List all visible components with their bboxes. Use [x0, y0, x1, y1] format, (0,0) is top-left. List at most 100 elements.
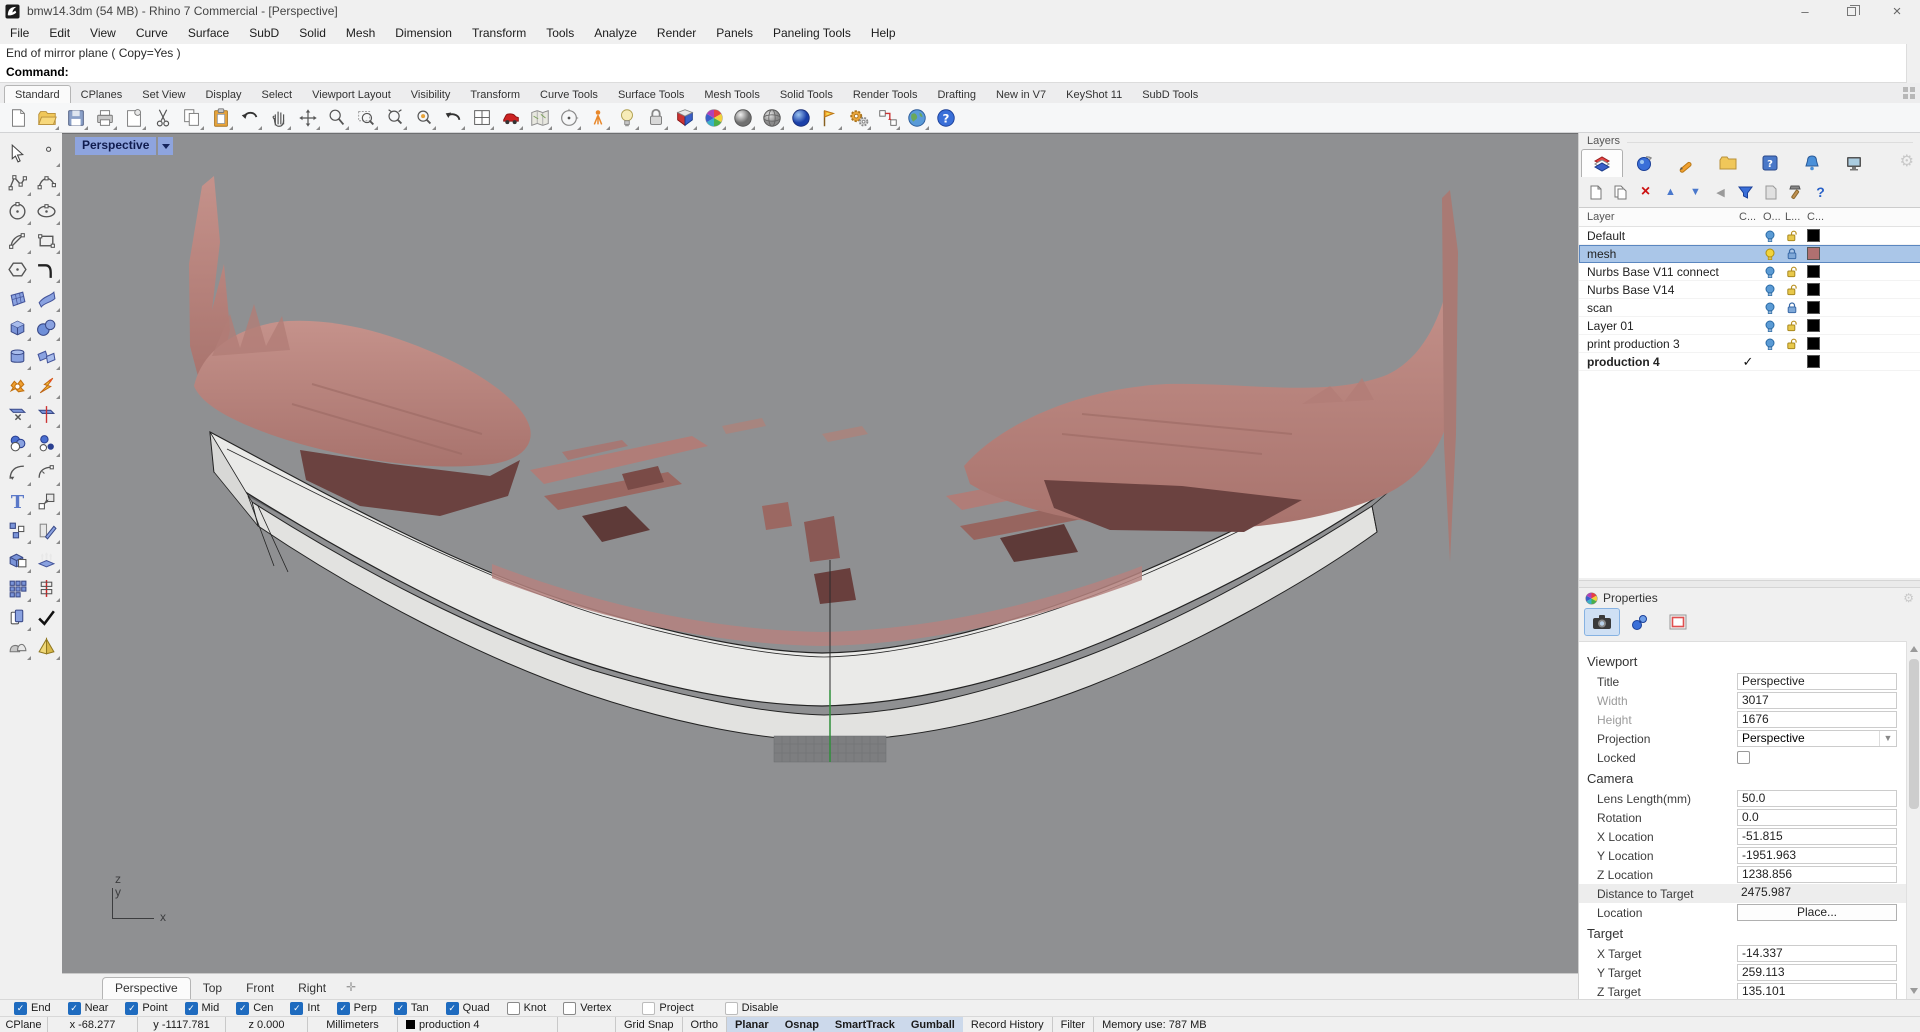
- open-file-icon[interactable]: [34, 105, 60, 131]
- viewport-title-chip[interactable]: Perspective: [75, 137, 173, 155]
- blend-curve-icon[interactable]: [32, 255, 61, 284]
- layer-unlocked-icon[interactable]: [1785, 229, 1799, 243]
- width-input[interactable]: 3017: [1737, 692, 1897, 709]
- tab-standard[interactable]: Standard: [4, 85, 71, 103]
- grid-snap-toggle[interactable]: Grid Snap: [616, 1017, 683, 1032]
- distribute-icon[interactable]: [3, 516, 32, 545]
- x-target-input[interactable]: -14.337: [1737, 945, 1897, 962]
- zoom-window-icon[interactable]: [353, 105, 379, 131]
- checkbox-checked-icon[interactable]: [236, 1002, 249, 1015]
- shade-icon[interactable]: [672, 105, 698, 131]
- scale-icon[interactable]: [32, 487, 61, 516]
- viewport-tab-front[interactable]: Front: [234, 978, 286, 999]
- print-icon[interactable]: [92, 105, 118, 131]
- trim-icon[interactable]: [3, 400, 32, 429]
- scroll-thumb[interactable]: [1909, 659, 1919, 809]
- layer-color-swatch[interactable]: [1807, 355, 1820, 368]
- close-button[interactable]: [1874, 0, 1920, 22]
- menu-mesh[interactable]: Mesh: [336, 22, 385, 44]
- projection-select[interactable]: Perspective▼: [1737, 730, 1897, 747]
- layer-color-swatch[interactable]: [1807, 247, 1820, 260]
- scroll-up-icon[interactable]: [1910, 646, 1918, 652]
- checkbox-checked-icon[interactable]: [446, 1002, 459, 1015]
- osnap-perp[interactable]: Perp: [337, 1002, 377, 1015]
- layer-unlocked-icon[interactable]: [1785, 319, 1799, 333]
- command-prompt-input[interactable]: Command:: [0, 62, 1906, 83]
- split-icon[interactable]: [32, 400, 61, 429]
- rectangle-icon[interactable]: [32, 226, 61, 255]
- z-location-input[interactable]: 1238.856: [1737, 866, 1897, 883]
- title-input[interactable]: Perspective: [1737, 673, 1897, 690]
- filter-layers-icon[interactable]: [1733, 181, 1758, 203]
- surface-patch-icon[interactable]: [32, 342, 61, 371]
- layer-row-default[interactable]: Default: [1579, 227, 1920, 245]
- menu-dimension[interactable]: Dimension: [385, 22, 462, 44]
- menu-transform[interactable]: Transform: [462, 22, 536, 44]
- new-layer-icon[interactable]: [1583, 181, 1608, 203]
- units-button[interactable]: Millimeters: [308, 1017, 398, 1032]
- notifications-tab-icon[interactable]: [1791, 149, 1833, 177]
- layer-on-bulb-icon[interactable]: [1763, 301, 1777, 315]
- save-icon[interactable]: [63, 105, 89, 131]
- zoom-selected-icon[interactable]: [411, 105, 437, 131]
- x-location-input[interactable]: -51.815: [1737, 828, 1897, 845]
- copy-icon[interactable]: [179, 105, 205, 131]
- checkbox-checked-icon[interactable]: [290, 1002, 303, 1015]
- toolbar-options-icon[interactable]: [1902, 86, 1916, 100]
- checkbox-unchecked-icon[interactable]: [642, 1002, 655, 1015]
- lamp-icon[interactable]: [614, 105, 640, 131]
- layer-color-swatch[interactable]: [1807, 265, 1820, 278]
- col-on[interactable]: O...: [1763, 211, 1781, 223]
- rotation-input[interactable]: 0.0: [1737, 809, 1897, 826]
- display-tab-icon[interactable]: [1833, 149, 1875, 177]
- help-panel-tab-icon[interactable]: ?: [1749, 149, 1791, 177]
- scroll-down-icon[interactable]: [1910, 988, 1918, 994]
- tab-surface-tools[interactable]: Surface Tools: [608, 86, 694, 103]
- layer-color-swatch[interactable]: [1807, 229, 1820, 242]
- surface-from-points-icon[interactable]: [3, 284, 32, 313]
- ellipse-icon[interactable]: [32, 197, 61, 226]
- osnap-toggle[interactable]: Osnap: [777, 1017, 827, 1032]
- move-layer-up-icon[interactable]: [1658, 181, 1683, 203]
- z-target-input[interactable]: 135.101: [1737, 983, 1897, 999]
- lock-icon[interactable]: [643, 105, 669, 131]
- layer-color-swatch[interactable]: [1807, 337, 1820, 350]
- viewport-title-label[interactable]: Perspective: [75, 137, 156, 155]
- layer-tools-icon[interactable]: [1783, 181, 1808, 203]
- layer-dots-icon[interactable]: [32, 429, 61, 458]
- col-layer[interactable]: Layer: [1587, 211, 1615, 223]
- layer-color-swatch[interactable]: [1807, 283, 1820, 296]
- menu-help[interactable]: Help: [861, 22, 906, 44]
- command-scrollbar[interactable]: [1906, 44, 1920, 83]
- menu-curve[interactable]: Curve: [126, 22, 178, 44]
- checkbox-checked-icon[interactable]: [394, 1002, 407, 1015]
- tab-visibility[interactable]: Visibility: [401, 86, 461, 103]
- layer-color-swatch[interactable]: [1807, 319, 1820, 332]
- apply-check-icon[interactable]: [32, 603, 61, 632]
- checkbox-unchecked-icon[interactable]: [563, 1002, 576, 1015]
- layer-unlocked-icon[interactable]: [1785, 265, 1799, 279]
- checkbox-unchecked-icon[interactable]: [725, 1002, 738, 1015]
- y-target-input[interactable]: 259.113: [1737, 964, 1897, 981]
- viewport-tab-top[interactable]: Top: [191, 978, 234, 999]
- world-map-icon[interactable]: [527, 105, 553, 131]
- menu-render[interactable]: Render: [647, 22, 706, 44]
- settings-gears-icon[interactable]: [846, 105, 872, 131]
- polygon-icon[interactable]: [3, 255, 32, 284]
- layer-row-print-production3[interactable]: print production 3: [1579, 335, 1920, 353]
- viewport-layout-icon[interactable]: [469, 105, 495, 131]
- new-sublayer-icon[interactable]: [1608, 181, 1633, 203]
- osnap-knot[interactable]: Knot: [507, 1002, 547, 1015]
- tab-solid-tools[interactable]: Solid Tools: [770, 86, 843, 103]
- menu-panels[interactable]: Panels: [706, 22, 763, 44]
- sphere-icon[interactable]: [32, 313, 61, 342]
- checkbox-checked-icon[interactable]: [68, 1002, 81, 1015]
- layer-on-bulb-icon[interactable]: [1763, 265, 1777, 279]
- material-properties-tab-icon[interactable]: [1623, 609, 1657, 635]
- color-wheel-icon[interactable]: [701, 105, 727, 131]
- osnap-tan[interactable]: Tan: [394, 1002, 429, 1015]
- properties-options-gear-icon[interactable]: ⚙: [1903, 591, 1914, 605]
- boolean-difference-icon[interactable]: [3, 632, 32, 661]
- tab-new-in-v7[interactable]: New in V7: [986, 86, 1056, 103]
- new-file-icon[interactable]: [5, 105, 31, 131]
